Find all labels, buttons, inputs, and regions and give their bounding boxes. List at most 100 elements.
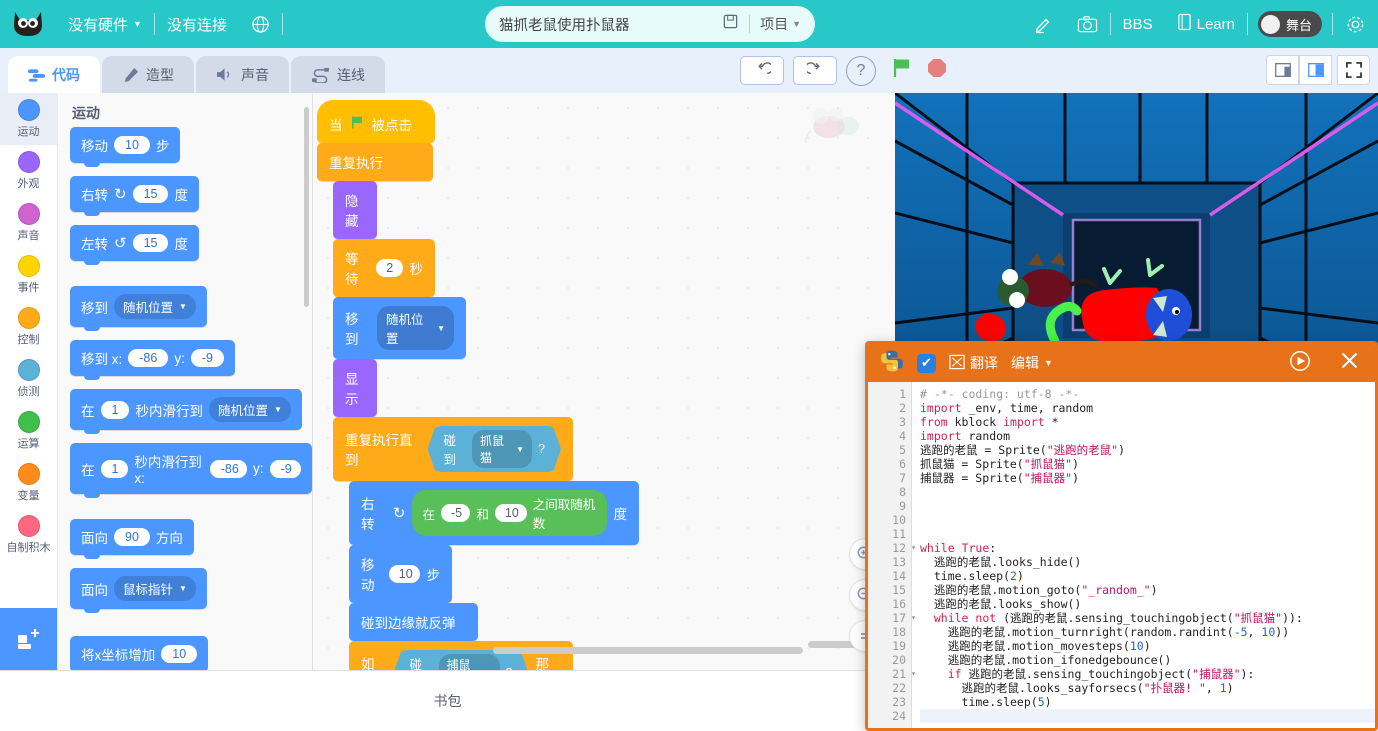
line-number: 17 ▾ — [892, 611, 916, 625]
checkbox-checked-icon[interactable]: ✔ — [917, 353, 936, 373]
run-button[interactable] — [1289, 350, 1311, 377]
category-sensing[interactable]: 侦测 — [0, 353, 57, 405]
edit-menu[interactable]: 编辑 ▼ — [1011, 353, 1053, 373]
wait-seconds-input[interactable]: 2 — [376, 259, 403, 277]
block-if-on-edge-bounce[interactable]: 碰到边缘就反弹 — [349, 603, 478, 641]
palette-scrollbar[interactable] — [304, 107, 309, 307]
palette-block-point-towards[interactable]: 面向 鼠标指针 ▼ — [70, 568, 207, 613]
palette-block-goto[interactable]: 移到 随机位置 ▼ — [70, 286, 207, 331]
help-button[interactable]: ? — [846, 55, 876, 86]
palette-block-move[interactable]: 移动 10 步 — [70, 127, 181, 167]
translate-button[interactable]: 翻译 — [949, 353, 998, 373]
script-workspace[interactable]: 当 被点击 重复执行 隐藏 等待 2 秒 移到 随机位置 ▼ 显示 重复执行直到… — [313, 93, 895, 670]
add-extension-button[interactable] — [0, 608, 57, 670]
bbs-link[interactable]: BBS — [1111, 0, 1165, 48]
fold-toggle-icon[interactable]: ▾ — [911, 667, 916, 681]
script-stack[interactable]: 当 被点击 重复执行 隐藏 等待 2 秒 移到 随机位置 ▼ 显示 重复执行直到… — [317, 100, 639, 670]
palette-block-point-direction[interactable]: 面向 90 方向 — [70, 519, 194, 559]
block-go-to[interactable]: 移到 随机位置 ▼ — [333, 297, 466, 359]
palette-block-turn-left[interactable]: 左转 ↺ 15 度 — [70, 225, 199, 265]
block-dropdown[interactable]: 随机位置 ▼ — [114, 294, 196, 319]
project-title[interactable]: 猫抓老鼠使用扑鼠器 — [499, 14, 712, 35]
block-input-y[interactable]: -9 — [269, 459, 301, 478]
palette-block-change-x[interactable]: 将x坐标增加 10 — [70, 636, 209, 670]
category-sound[interactable]: 声音 — [0, 197, 57, 249]
code-line: 抓鼠猫 = Sprite("抓鼠猫") — [920, 457, 1080, 471]
category-control[interactable]: 控制 — [0, 301, 57, 353]
globe-icon[interactable] — [239, 0, 282, 48]
category-variables[interactable]: 变量 — [0, 457, 57, 509]
python-code-area[interactable]: 1 2 3 4 5 6 7 8 9 10 11 12 ▾ 13 14 15 16 17 ▾ 18 19 20 21 ▾ 22 23… — [868, 382, 1375, 728]
tab-sounds[interactable]: 声音 — [196, 56, 289, 93]
tab-code[interactable]: 代码 — [8, 56, 100, 93]
stage-toggle[interactable]: 舞台 — [1257, 11, 1322, 37]
python-editor-panel[interactable]: ✔ 翻译 编辑 ▼ 1 2 3 4 5 6 7 8 9 10 11 12 ▾ 13 14 15 16 17 ▾ 18 1… — [865, 341, 1378, 731]
block-input[interactable]: 10 — [161, 645, 198, 663]
move-steps-input[interactable]: 10 — [388, 565, 420, 583]
block-input[interactable]: 15 — [132, 185, 169, 203]
fullscreen-button[interactable] — [1337, 55, 1370, 85]
random-min-input[interactable]: -5 — [440, 504, 471, 522]
block-wait[interactable]: 等待 2 秒 — [333, 239, 435, 297]
learn-link[interactable]: Learn — [1165, 0, 1247, 48]
save-icon[interactable] — [722, 13, 739, 35]
block-repeat-until[interactable]: 重复执行直到 碰到 抓鼠猫 ▼ ? — [333, 417, 573, 481]
stop-button[interactable] — [927, 58, 947, 83]
book-icon — [1177, 13, 1192, 35]
block-if-then[interactable]: 如果 碰到 捕鼠器 ▼ ? 那么 — [349, 641, 573, 670]
random-max-input[interactable]: 10 — [494, 504, 527, 522]
close-icon[interactable] — [1340, 351, 1359, 375]
touching-target-dropdown[interactable]: 抓鼠猫 ▼ — [472, 430, 532, 468]
tab-costumes[interactable]: 造型 — [102, 56, 194, 93]
layout-small-button[interactable] — [1266, 55, 1299, 85]
code-text[interactable]: # -*- coding: utf-8 -*- import _env, time… — [912, 382, 1375, 728]
block-palette[interactable]: 运动 移动 10 步 右转 ↻ 15 度 左转 ↺ 15 度 移到 随机位置 ▼… — [58, 93, 313, 670]
category-events[interactable]: 事件 — [0, 249, 57, 301]
category-operators[interactable]: 运算 — [0, 405, 57, 457]
undo-button[interactable] — [740, 56, 784, 85]
goto-target-dropdown[interactable]: 随机位置 ▼ — [376, 306, 454, 350]
block-forever[interactable]: 重复执行 — [317, 143, 433, 181]
tab-connect[interactable]: 连线 — [291, 56, 385, 93]
category-looks[interactable]: 外观 — [0, 145, 57, 197]
block-hide[interactable]: 隐藏 — [333, 181, 377, 239]
redo-button[interactable] — [793, 56, 837, 85]
camera-icon[interactable] — [1065, 0, 1110, 48]
block-pick-random[interactable]: 在 -5 和 10 之间取随机数 — [412, 490, 607, 536]
block-input-y[interactable]: -9 — [190, 349, 224, 367]
touching-target-dropdown[interactable]: 捕鼠器 ▼ — [439, 654, 500, 670]
fold-toggle-icon[interactable]: ▾ — [911, 611, 916, 625]
block-move-steps[interactable]: 移动 10 步 — [349, 545, 452, 603]
block-label: 重复执行直到 — [345, 433, 413, 468]
category-myblocks[interactable]: 自制积木 — [0, 509, 57, 561]
block-input-x[interactable]: -86 — [209, 459, 248, 478]
block-turn-right-random[interactable]: 右转 ↻ 在 -5 和 10 之间取随机数 度 — [349, 481, 639, 545]
backpack-bar[interactable]: 书包 — [0, 670, 895, 731]
block-touching-cat[interactable]: 碰到 抓鼠猫 ▼ ? — [428, 426, 562, 472]
category-motion[interactable]: 运动 — [0, 93, 57, 145]
block-input[interactable]: 10 — [114, 136, 150, 154]
block-input[interactable]: 15 — [132, 234, 169, 252]
block-input[interactable]: 90 — [114, 528, 150, 546]
gear-icon[interactable] — [1333, 0, 1378, 48]
block-forever-header[interactable]: 重复执行 — [317, 143, 433, 181]
block-input[interactable]: 1 — [100, 400, 130, 419]
green-flag-button[interactable] — [891, 57, 913, 84]
palette-block-glide-to[interactable]: 在 1 秒内滑行到 随机位置 ▼ — [70, 389, 302, 434]
block-show[interactable]: 显示 — [333, 359, 377, 417]
block-dropdown[interactable]: 鼠标指针 ▼ — [114, 576, 196, 601]
hardware-selector[interactable]: 没有硬件 ▼ — [56, 0, 154, 48]
project-menu[interactable]: 项目 ▼ — [760, 14, 801, 34]
workspace-hscrollbar[interactable] — [493, 647, 803, 654]
pencil-icon[interactable] — [1021, 0, 1065, 48]
fold-toggle-icon[interactable]: ▾ — [911, 541, 916, 555]
palette-block-glide-xy[interactable]: 在 1 秒内滑行到 x: -86 y: -9 — [70, 443, 312, 498]
connection-status[interactable]: 没有连接 — [155, 0, 239, 48]
block-input-x[interactable]: -86 — [128, 349, 169, 367]
block-input[interactable]: 1 — [100, 459, 129, 478]
block-when-flag-clicked[interactable]: 当 被点击 — [317, 100, 435, 143]
palette-block-turn-right[interactable]: 右转 ↻ 15 度 — [70, 176, 199, 216]
palette-block-goto-xy[interactable]: 移到 x: -86 y: -9 — [70, 340, 235, 380]
block-dropdown[interactable]: 随机位置 ▼ — [208, 397, 291, 422]
layout-large-button[interactable] — [1299, 55, 1332, 85]
